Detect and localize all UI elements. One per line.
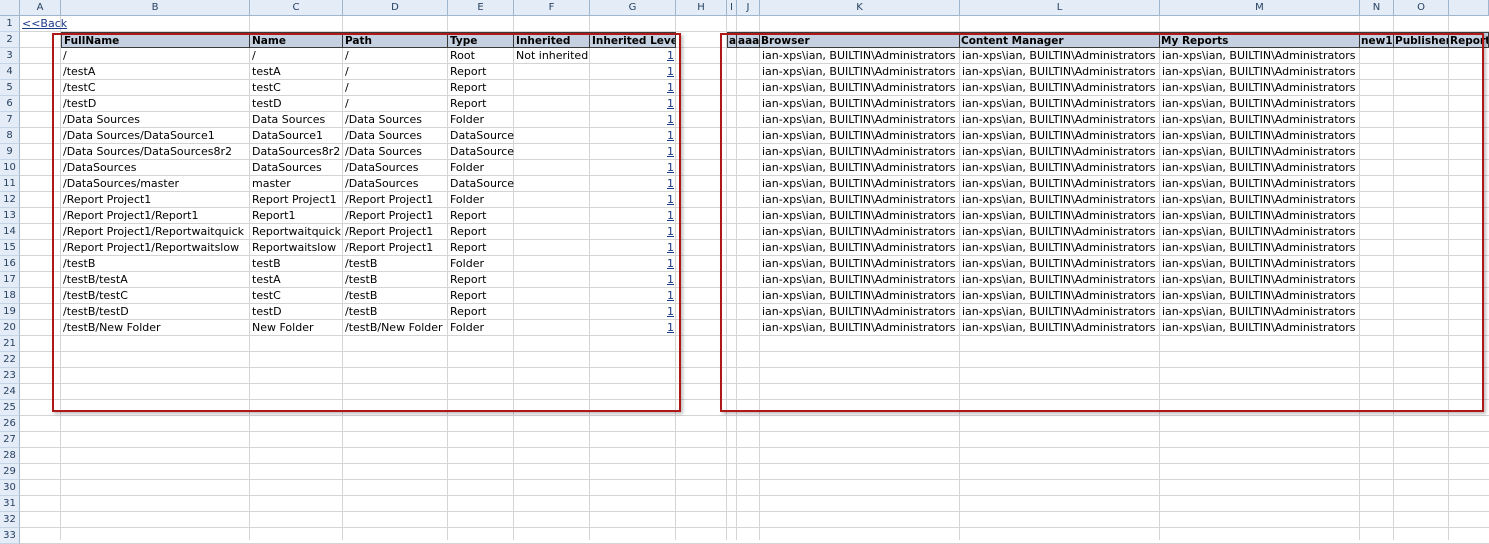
column-header-d[interactable]: D (343, 0, 448, 16)
row-header-33[interactable]: 33 (0, 528, 20, 544)
row-header-2[interactable]: 2 (0, 32, 20, 48)
gridline-horizontal (20, 495, 1489, 496)
row-header-9[interactable]: 9 (0, 144, 20, 160)
row-header-8[interactable]: 8 (0, 128, 20, 144)
column-header-i[interactable]: I (727, 0, 737, 16)
row-header-14[interactable]: 14 (0, 224, 20, 240)
column-header-a[interactable]: A (20, 0, 61, 16)
column-header-n[interactable]: N (1360, 0, 1394, 16)
gridline-horizontal (20, 447, 1489, 448)
column-header-f[interactable]: F (514, 0, 590, 16)
row-header-5[interactable]: 5 (0, 80, 20, 96)
gridline-horizontal (20, 431, 1489, 432)
row-header-24[interactable]: 24 (0, 384, 20, 400)
column-header-h[interactable]: H (676, 0, 727, 16)
row-header-23[interactable]: 23 (0, 368, 20, 384)
gridline-horizontal (20, 415, 1489, 416)
column-header-j[interactable]: J (737, 0, 760, 16)
gridline-horizontal (20, 511, 1489, 512)
row-header-13[interactable]: 13 (0, 208, 20, 224)
row-header-12[interactable]: 12 (0, 192, 20, 208)
row-header-4[interactable]: 4 (0, 64, 20, 80)
column-header-l[interactable]: L (960, 0, 1160, 16)
row-header-11[interactable]: 11 (0, 176, 20, 192)
row-header-32[interactable]: 32 (0, 512, 20, 528)
row-header-16[interactable]: 16 (0, 256, 20, 272)
row-header-1[interactable]: 1 (0, 16, 20, 32)
row-header-25[interactable]: 25 (0, 400, 20, 416)
column-header-b[interactable]: B (61, 0, 250, 16)
select-all-corner[interactable] (0, 0, 20, 16)
column-header-o[interactable]: O (1394, 0, 1449, 16)
column-header-m[interactable]: M (1160, 0, 1360, 16)
right-table-highlight (720, 33, 1484, 412)
gridline-horizontal (20, 463, 1489, 464)
gridline-horizontal (20, 527, 1489, 528)
row-header-27[interactable]: 27 (0, 432, 20, 448)
row-header-26[interactable]: 26 (0, 416, 20, 432)
row-header-17[interactable]: 17 (0, 272, 20, 288)
row-header-18[interactable]: 18 (0, 288, 20, 304)
row-header-20[interactable]: 20 (0, 320, 20, 336)
gridline-horizontal (20, 479, 1489, 480)
row-header-21[interactable]: 21 (0, 336, 20, 352)
row-header-7[interactable]: 7 (0, 112, 20, 128)
row-header-6[interactable]: 6 (0, 96, 20, 112)
column-header-k[interactable]: K (760, 0, 960, 16)
row-header-19[interactable]: 19 (0, 304, 20, 320)
column-header-e[interactable]: E (448, 0, 514, 16)
left-table-highlight (52, 33, 681, 412)
row-header-30[interactable]: 30 (0, 480, 20, 496)
row-header-28[interactable]: 28 (0, 448, 20, 464)
column-header-g[interactable]: G (590, 0, 676, 16)
back-link[interactable]: <<Back (20, 16, 80, 32)
row-header-10[interactable]: 10 (0, 160, 20, 176)
row-header-22[interactable]: 22 (0, 352, 20, 368)
column-header-c[interactable]: C (250, 0, 343, 16)
row-header-15[interactable]: 15 (0, 240, 20, 256)
row-header-3[interactable]: 3 (0, 48, 20, 64)
column-header-partial[interactable] (1449, 0, 1489, 16)
row-header-31[interactable]: 31 (0, 496, 20, 512)
row-header-29[interactable]: 29 (0, 464, 20, 480)
